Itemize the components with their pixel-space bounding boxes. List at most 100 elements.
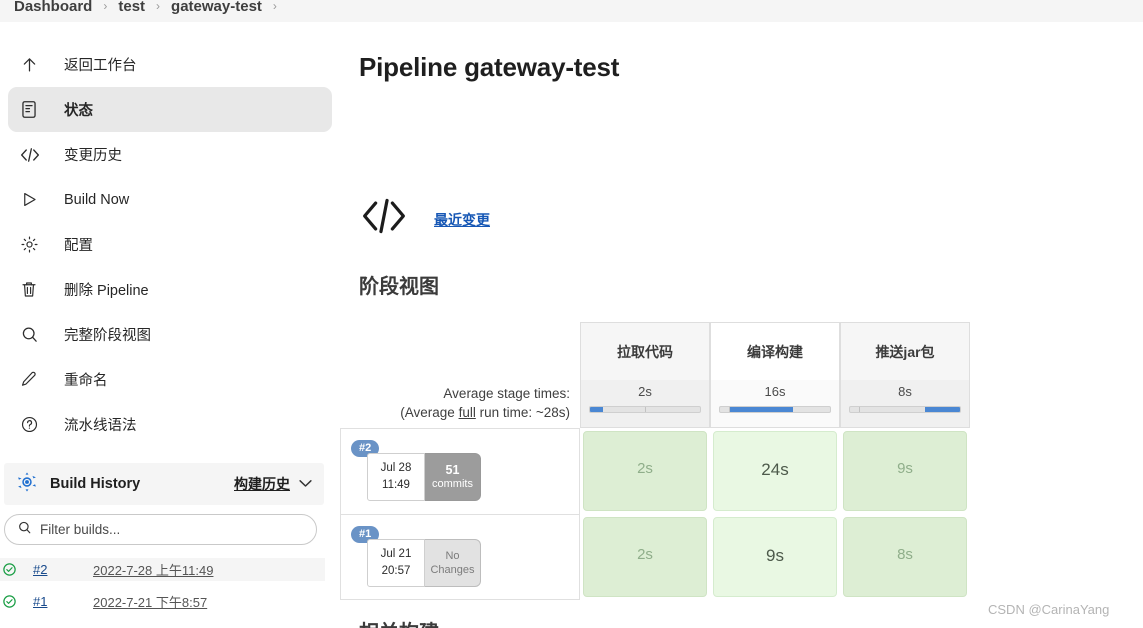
avg-prefix: (Average — [400, 405, 459, 420]
breadcrumb-separator: › — [272, 0, 277, 13]
stage-header-cell[interactable]: 拉取代码 — [580, 322, 710, 380]
build-filter-placeholder: Filter builds... — [40, 522, 121, 537]
build-history-row[interactable]: #1 2022-7-21 下午8:57 — [0, 590, 325, 613]
stage-view-table: 拉取代码 编译构建 推送jar包 Average stage times: (A… — [340, 322, 1143, 600]
breadcrumb-separator: › — [103, 0, 108, 13]
sidebar-item-label: 变更历史 — [64, 148, 122, 164]
sidebar-item-label: 删除 Pipeline — [64, 283, 149, 299]
jenkins-pipeline-page: Dashboard › test › gateway-test › 返回工作台 … — [0, 0, 1143, 628]
commits-label: commits — [432, 478, 473, 490]
code-icon — [20, 143, 50, 167]
build-commits-badge[interactable]: 51 commits — [425, 453, 481, 501]
stage-header-cell[interactable]: 推送jar包 — [840, 322, 970, 380]
main-content: Pipeline gateway-test 最近变更 阶段视图 拉取代码 编译构… — [340, 32, 1143, 628]
bar-tick — [728, 407, 730, 412]
stage-average-bar — [849, 406, 961, 413]
build-date-link[interactable]: 2022-7-21 下午8:57 — [93, 592, 207, 611]
sidebar-item-label: 返回工作台 — [64, 58, 137, 74]
average-full-run-time-text: (Average full run time: ~28s) — [340, 403, 570, 422]
stage-duration: 2s — [583, 517, 707, 597]
sidebar-item-rename[interactable]: 重命名 — [8, 357, 332, 402]
build-filter-input[interactable]: Filter builds... — [4, 514, 317, 545]
build-time: 20:57 — [381, 565, 411, 577]
build-number-link[interactable]: #2 — [33, 562, 93, 577]
build-summary-card[interactable]: Jul 28 11:49 51 commits — [367, 453, 481, 501]
sidebar-item-delete-pipeline[interactable]: 删除 Pipeline — [8, 267, 332, 312]
breadcrumb-item-gateway-test[interactable]: gateway-test — [171, 0, 262, 15]
stage-view-build-row: #1 Jul 21 20:57 No Changes 2s 9s 8s — [340, 514, 1143, 600]
bar-fill — [590, 407, 604, 412]
sidebar-item-full-stage-view[interactable]: 完整阶段视图 — [8, 312, 332, 357]
breadcrumb-item-dashboard[interactable]: Dashboard — [14, 0, 92, 15]
stage-average-cell: 8s — [840, 380, 970, 428]
code-icon — [360, 197, 408, 242]
play-icon — [20, 188, 50, 212]
average-stage-times-label: Average stage times: (Average full run t… — [340, 380, 580, 428]
build-status-success-icon — [2, 562, 17, 577]
build-date-link[interactable]: 2022-7-28 上午11:49 — [93, 560, 213, 579]
pencil-icon — [20, 368, 50, 392]
breadcrumb: Dashboard › test › gateway-test › — [0, 0, 1143, 22]
arrow-up-icon — [20, 53, 50, 77]
stage-duration: 24s — [713, 431, 837, 511]
build-time: 11:49 — [382, 479, 410, 491]
build-history-link[interactable]: 构建历史 — [234, 474, 290, 494]
stage-view-header-row: 拉取代码 编译构建 推送jar包 — [340, 322, 1143, 380]
avg-suffix: run time: ~28s) — [475, 405, 570, 420]
stage-duration: 9s — [843, 431, 967, 511]
build-row-info: #2 Jul 28 11:49 51 commits — [340, 428, 580, 514]
breadcrumb-item-test[interactable]: test — [118, 0, 145, 15]
sidebar-item-build-now[interactable]: Build Now — [8, 177, 332, 222]
stage-average-time: 8s — [898, 384, 912, 399]
build-row-info: #1 Jul 21 20:57 No Changes — [340, 514, 580, 600]
sidebar-item-pipeline-syntax[interactable]: 流水线语法 — [8, 402, 332, 447]
watermark: CSDN @CarinaYang — [988, 602, 1110, 617]
sidebar-item-status[interactable]: 状态 — [8, 87, 332, 132]
breadcrumb-separator: › — [156, 0, 161, 13]
stage-average-bar — [589, 406, 701, 413]
build-history-header: Build History 构建历史 — [4, 463, 324, 505]
stage-average-time: 16s — [764, 384, 786, 399]
bar-tick — [858, 407, 860, 412]
stage-average-bar — [719, 406, 831, 413]
chevron-down-icon[interactable] — [299, 477, 312, 491]
sidebar-item-change-history[interactable]: 变更历史 — [8, 132, 332, 177]
commits-label: Changes — [430, 564, 475, 576]
build-date: Jul 28 — [380, 462, 412, 474]
bar-fill — [728, 407, 793, 412]
recent-changes-link[interactable]: 最近变更 — [434, 210, 490, 230]
stage-cell[interactable]: 8s — [840, 514, 970, 600]
commits-count: No — [445, 550, 460, 562]
build-number-link[interactable]: #1 — [33, 594, 93, 609]
bar-tick — [645, 407, 646, 412]
stage-average-time: 2s — [638, 384, 652, 399]
stage-cell[interactable]: 9s — [710, 514, 840, 600]
stage-view-build-row: #2 Jul 28 11:49 51 commits 2s 24s 9s — [340, 428, 1143, 514]
gear-icon — [20, 233, 50, 257]
sidebar-item-label: Build Now — [64, 191, 130, 208]
stage-duration: 8s — [843, 517, 967, 597]
stage-view-corner — [340, 322, 580, 380]
build-summary-card[interactable]: Jul 21 20:57 No Changes — [367, 539, 481, 587]
build-commits-badge[interactable]: No Changes — [425, 539, 481, 587]
build-history-row[interactable]: #2 2022-7-28 上午11:49 — [0, 558, 325, 581]
stage-view-average-row: Average stage times: (Average full run t… — [340, 380, 1143, 428]
sidebar-item-back-to-dashboard[interactable]: 返回工作台 — [8, 42, 332, 87]
search-icon — [17, 520, 32, 540]
build-date: Jul 21 — [380, 548, 412, 560]
stage-cell[interactable]: 2s — [580, 514, 710, 600]
sidebar-item-label: 配置 — [64, 238, 93, 254]
sidebar-item-label: 完整阶段视图 — [64, 328, 151, 344]
build-timestamp: Jul 21 20:57 — [367, 539, 425, 587]
sidebar-item-label: 流水线语法 — [64, 418, 137, 434]
stage-cell[interactable]: 9s — [840, 428, 970, 514]
stage-view-title: 阶段视图 — [359, 276, 439, 298]
bottom-section-title: 相关构建 — [359, 616, 439, 628]
stage-cell[interactable]: 24s — [710, 428, 840, 514]
average-stage-times-text: Average stage times: — [443, 386, 570, 401]
stage-cell[interactable]: 2s — [580, 428, 710, 514]
recent-changes-block: 最近变更 — [360, 197, 490, 242]
jenkins-build-history-icon — [16, 471, 38, 498]
stage-header-cell[interactable]: 编译构建 — [710, 322, 840, 380]
sidebar-item-configure[interactable]: 配置 — [8, 222, 332, 267]
